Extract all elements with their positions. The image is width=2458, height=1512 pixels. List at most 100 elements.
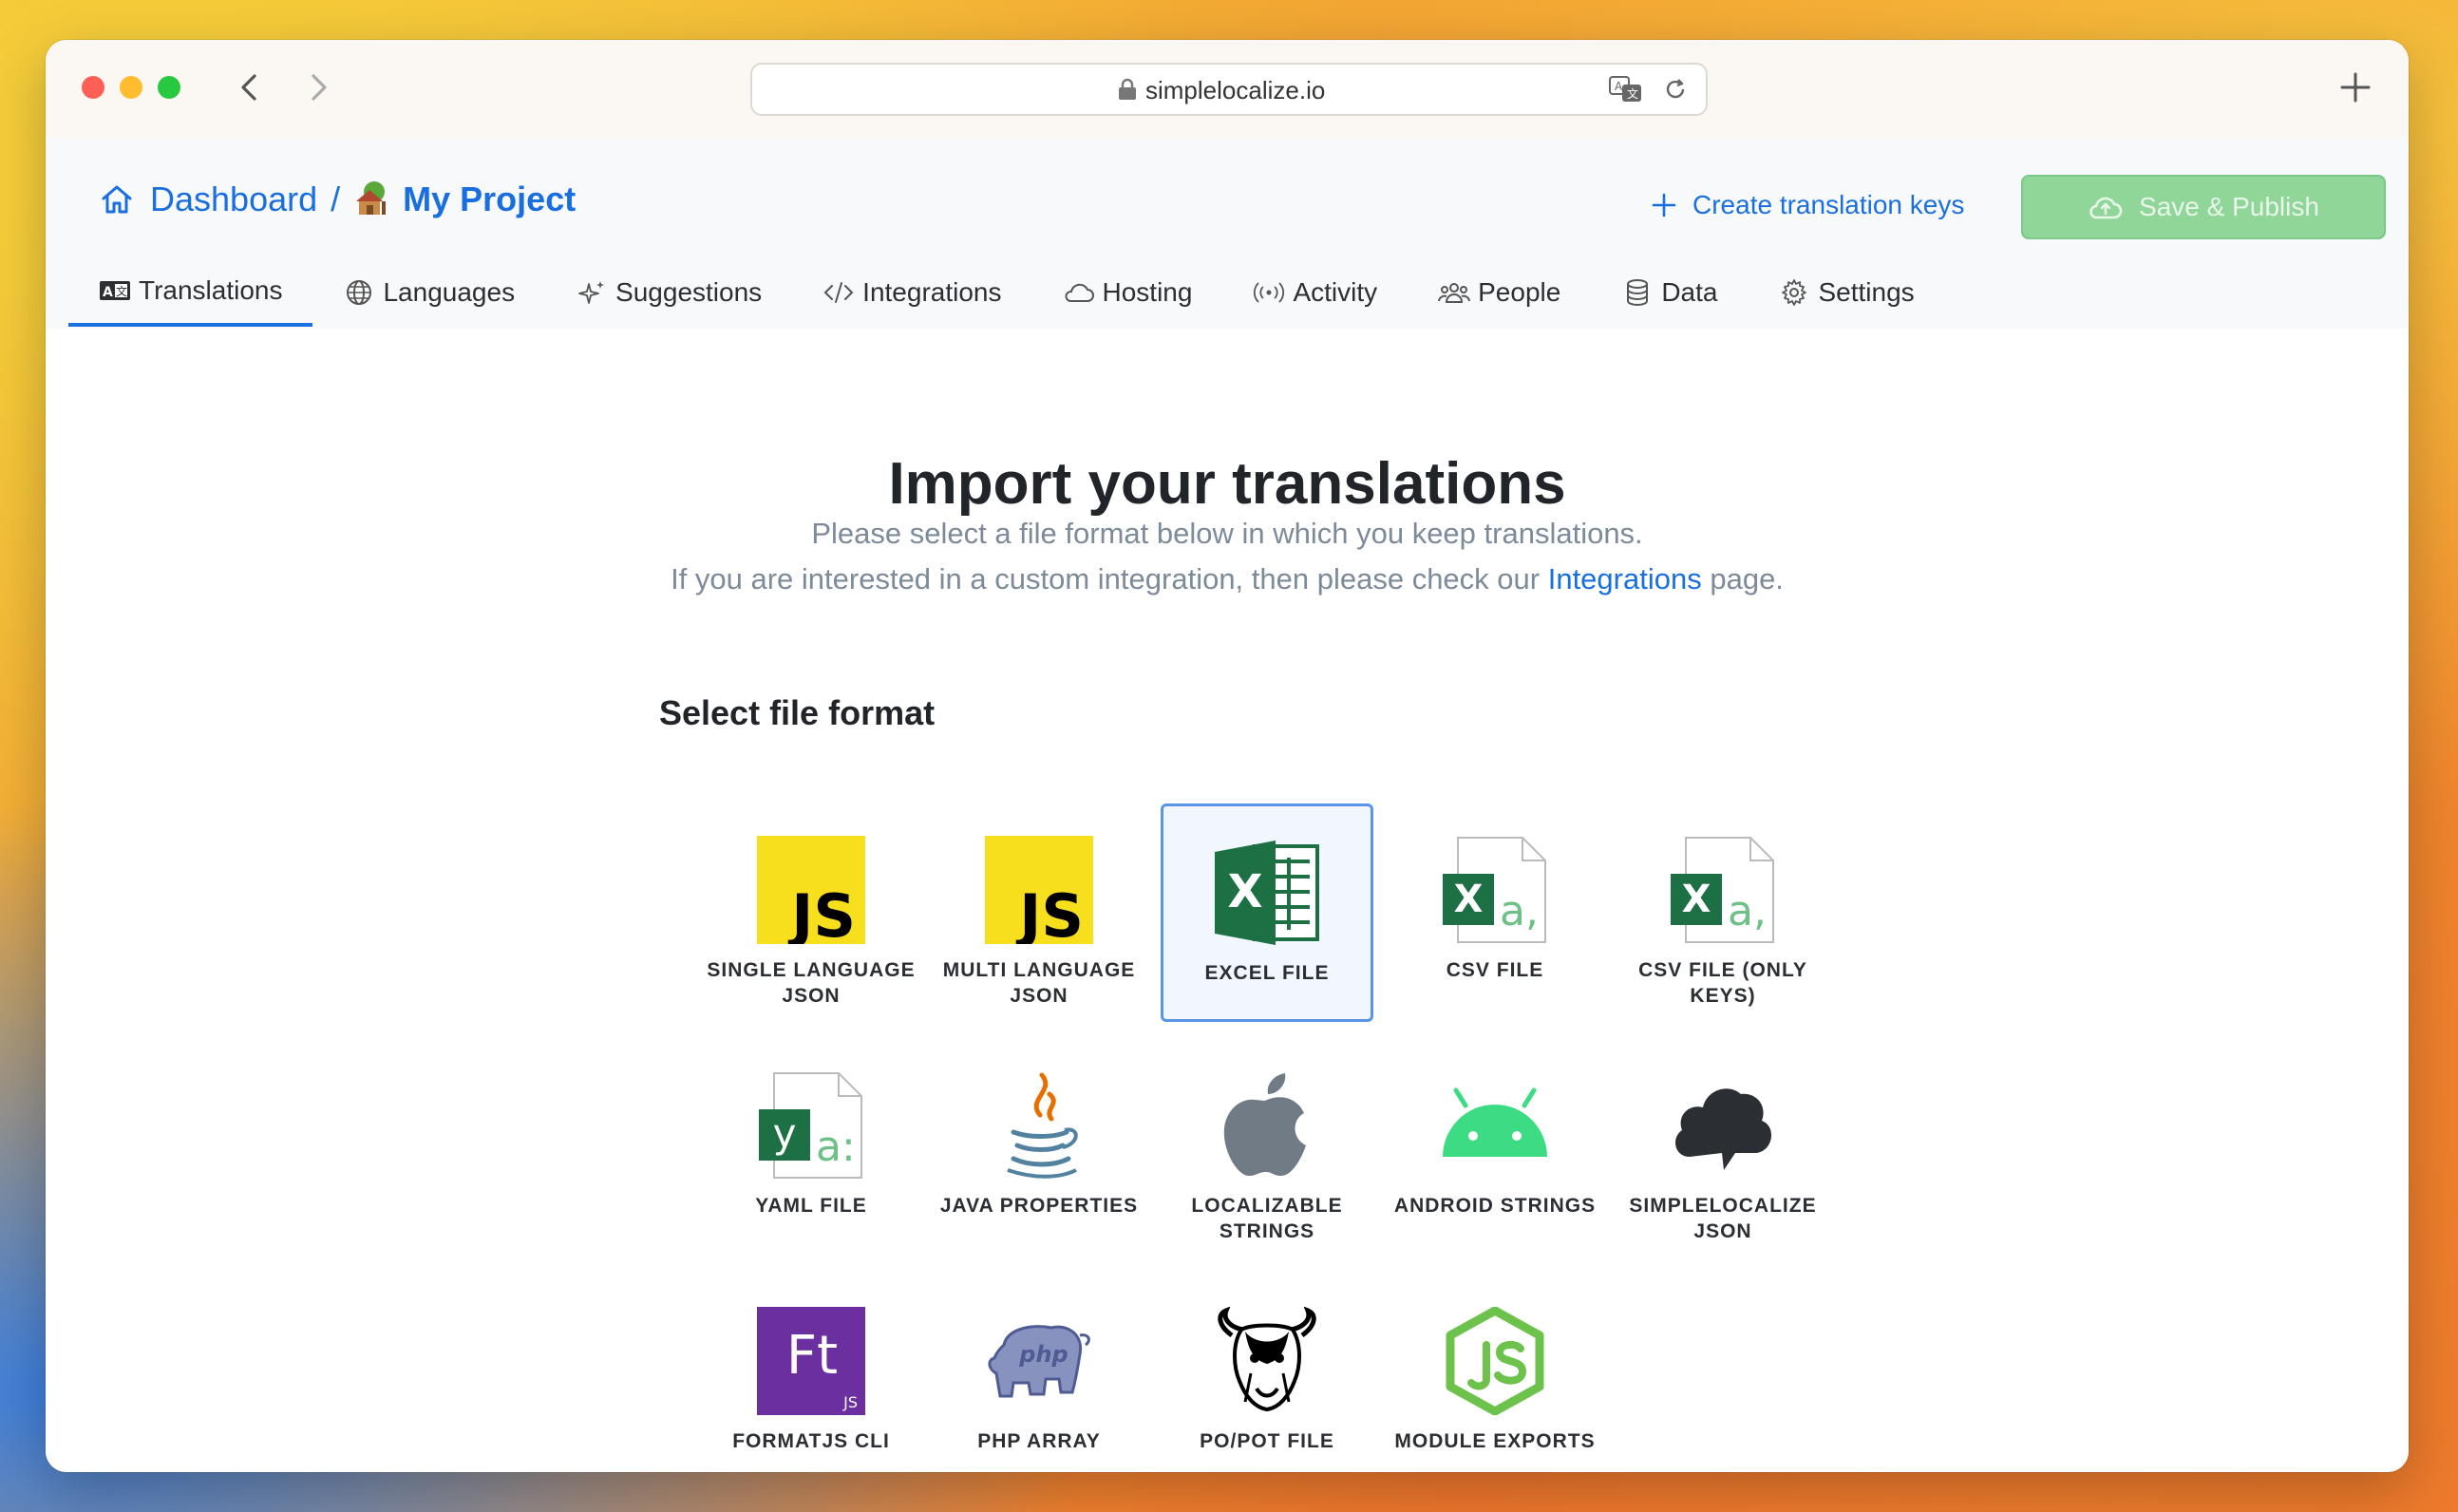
tab-settings[interactable]: Settings <box>1748 258 1944 327</box>
lock-icon <box>1119 78 1136 100</box>
format-label: PO/POT file <box>1200 1430 1334 1452</box>
format-tile-po-pot-file[interactable]: PO/POT file <box>1161 1275 1373 1472</box>
section-title: Select file format <box>659 693 936 732</box>
import-content: Import your translations Please select a… <box>46 329 2409 1472</box>
tab-label: Suggestions <box>615 277 763 307</box>
yaml-icon: y a: <box>757 1071 865 1180</box>
code-icon <box>823 282 854 303</box>
csv-icon: Xa, <box>1441 836 1549 944</box>
tab-label: Settings <box>1818 277 1915 307</box>
subtitle-line-1: Please select a file format below in whi… <box>811 517 1643 550</box>
address-bar[interactable]: simplelocalize.io A文 <box>750 63 1708 116</box>
breadcrumb: Dashboard / My Project <box>99 179 576 220</box>
format-label: YAML file <box>755 1195 867 1217</box>
format-label: Module exports <box>1394 1430 1596 1452</box>
create-translation-keys-button[interactable]: Create translation keys <box>1651 190 1964 220</box>
close-window-button[interactable] <box>82 76 104 99</box>
project-name[interactable]: My Project <box>403 180 576 219</box>
csv-icon: Xa, <box>1669 836 1777 944</box>
browser-window: simplelocalize.io A文 Dashboard / My Proj… <box>46 40 2409 1472</box>
tab-hosting[interactable]: Hosting <box>1032 258 1223 327</box>
svg-text:a:: a: <box>816 1123 856 1171</box>
format-tile-csv-only-keys[interactable]: Xa, CSV file (only keys) <box>1617 803 1829 1022</box>
format-tile-single-language-json[interactable]: JS Single language JSON <box>705 803 917 1022</box>
js-icon: JS <box>757 836 865 944</box>
format-tile-excel-file[interactable]: X Excel file <box>1161 803 1373 1022</box>
reload-icon[interactable] <box>1662 76 1689 103</box>
format-label: SimpleLocalize JSON <box>1629 1195 1817 1242</box>
format-tile-php-array[interactable]: php PHP array <box>933 1275 1145 1472</box>
svg-text:a,: a, <box>1728 887 1767 936</box>
format-label: CSV file <box>1446 959 1544 981</box>
format-tile-formatjs-cli[interactable]: Ft JS FormatJS CLI <box>705 1275 917 1472</box>
back-arrow-icon[interactable] <box>230 66 272 108</box>
svg-text:y: y <box>773 1110 797 1157</box>
subtitle-text: page. <box>1710 562 1784 595</box>
subtitle-line-2: If you are interested in a custom integr… <box>46 562 2409 596</box>
sparkle-icon <box>578 281 605 304</box>
format-label: Single language JSON <box>707 959 916 1007</box>
excel-icon: X <box>1213 839 1321 947</box>
people-icon <box>1438 283 1471 303</box>
svg-text:JS: JS <box>842 1393 858 1411</box>
java-icon <box>985 1071 1093 1180</box>
breadcrumb-dashboard-link[interactable]: Dashboard <box>150 180 317 219</box>
tab-translations[interactable]: A文 Translations <box>68 258 313 327</box>
plus-icon <box>1652 193 1676 217</box>
svg-text:Ft: Ft <box>786 1325 838 1387</box>
js-icon: JS <box>985 836 1093 944</box>
format-label: Localizable strings <box>1191 1195 1343 1242</box>
create-keys-label: Create translation keys <box>1692 190 1965 219</box>
tab-integrations[interactable]: Integrations <box>792 258 1031 327</box>
format-tile-module-exports[interactable]: Module exports <box>1389 1275 1601 1472</box>
home-icon[interactable] <box>99 181 135 217</box>
format-label: Android strings <box>1393 1195 1597 1217</box>
php-icon: php <box>985 1307 1093 1415</box>
tab-languages[interactable]: Languages <box>312 258 545 327</box>
format-tile-localizable-strings[interactable]: Localizable strings <box>1161 1039 1373 1257</box>
publish-label: Save & Publish <box>2139 192 2319 221</box>
svg-text:a,: a, <box>1500 887 1539 936</box>
format-tile-android-strings[interactable]: Android strings <box>1389 1039 1601 1257</box>
svg-text:文: 文 <box>1627 86 1638 101</box>
svg-text:X: X <box>1682 878 1711 921</box>
zoom-window-button[interactable] <box>158 76 180 99</box>
tab-label: Integrations <box>862 277 1002 307</box>
tab-people[interactable]: People <box>1408 258 1591 327</box>
format-tile-csv-file[interactable]: Xa, CSV file <box>1389 803 1601 1022</box>
svg-text:文: 文 <box>116 284 127 298</box>
subtitle-text: If you are interested in a custom integr… <box>671 562 1541 595</box>
page-title: Import your translations <box>888 451 1566 517</box>
tab-label: Translations <box>139 275 283 305</box>
format-label: PHP array <box>977 1430 1101 1452</box>
minimize-window-button[interactable] <box>120 76 142 99</box>
integrations-link[interactable]: Integrations <box>1548 562 1702 595</box>
tab-suggestions[interactable]: Suggestions <box>545 258 792 327</box>
gnu-icon <box>1213 1307 1321 1415</box>
url-text: simplelocalize.io <box>1145 76 1326 104</box>
nodejs-icon <box>1441 1307 1549 1415</box>
tab-label: Languages <box>383 277 516 307</box>
tab-activity[interactable]: Activity <box>1222 258 1408 327</box>
tab-data[interactable]: Data <box>1591 258 1748 327</box>
format-tile-yaml-file[interactable]: y a: YAML file <box>705 1039 917 1257</box>
formatjs-icon: Ft JS <box>757 1307 865 1415</box>
format-label: CSV file (only keys) <box>1638 959 1807 1007</box>
svg-text:JS: JS <box>1015 881 1084 944</box>
format-tile-simplelocalize-json[interactable]: SimpleLocalize JSON <box>1617 1039 1829 1257</box>
browser-toolbar: simplelocalize.io A文 <box>46 40 2409 141</box>
format-label: Excel file <box>1204 962 1330 984</box>
save-and-publish-button[interactable]: Save & Publish <box>2021 175 2386 239</box>
new-tab-plus-icon[interactable] <box>2335 66 2376 108</box>
cloud-icon <box>1064 283 1094 302</box>
gear-icon <box>1782 279 1807 306</box>
cloud-upload-icon <box>2089 197 2123 219</box>
svg-text:JS: JS <box>787 881 856 944</box>
apple-icon <box>1213 1071 1321 1180</box>
android-icon <box>1441 1071 1549 1180</box>
forward-arrow-icon[interactable] <box>296 66 338 108</box>
format-tile-java-properties[interactable]: Java properties <box>933 1039 1145 1257</box>
format-tile-multi-language-json[interactable]: JS Multi language JSON <box>933 803 1145 1022</box>
tab-label: Data <box>1661 277 1718 307</box>
translate-icon[interactable]: A文 <box>1609 74 1643 104</box>
